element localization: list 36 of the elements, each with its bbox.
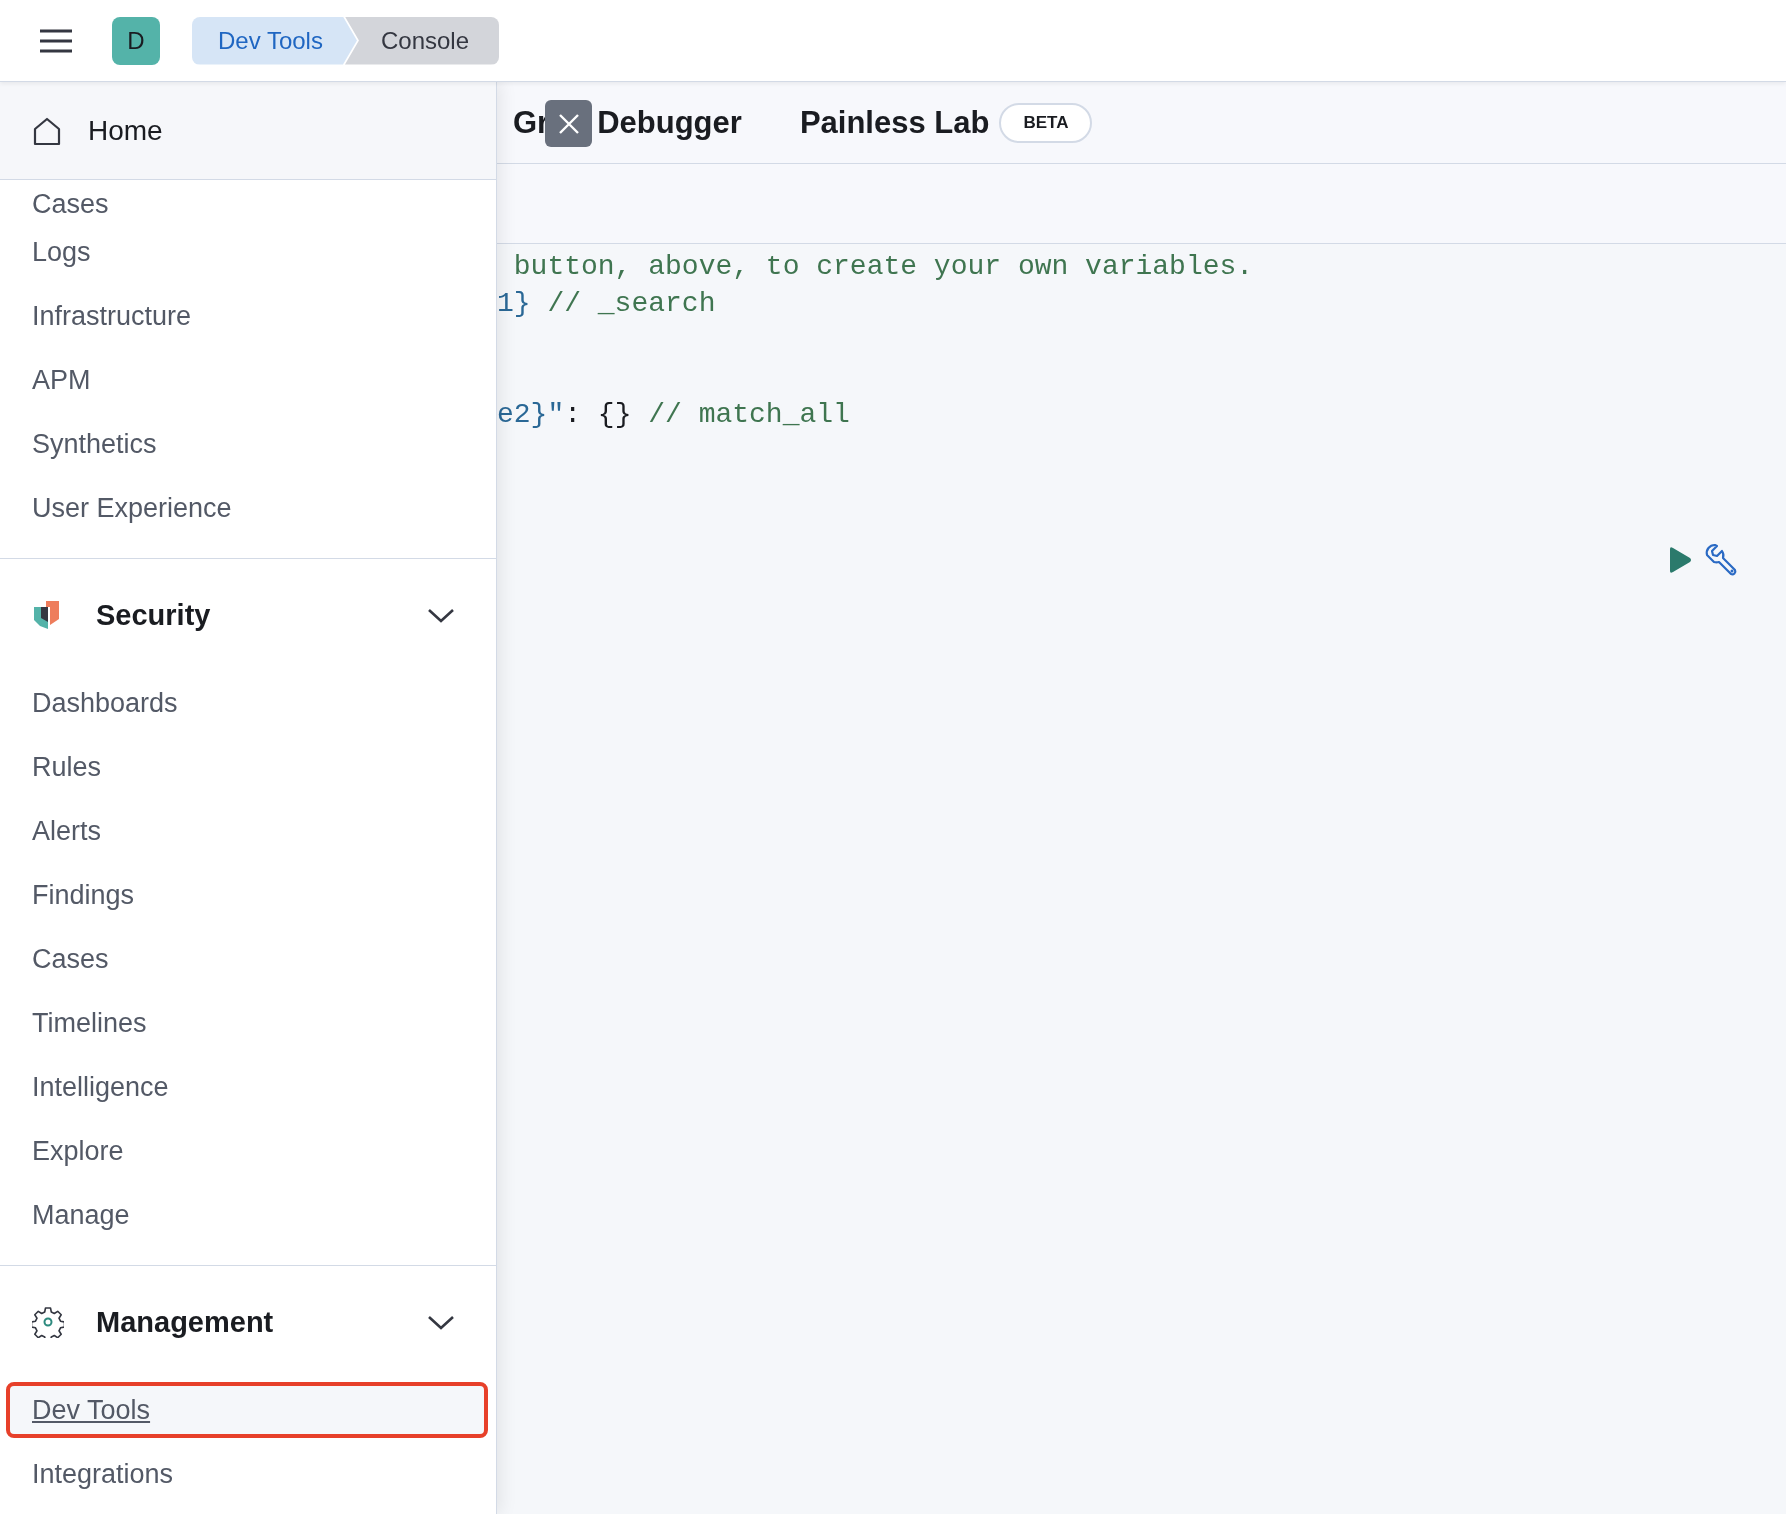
nav-link[interactable]: Alerts: [32, 815, 102, 847]
nav-link[interactable]: Synthetics: [32, 428, 157, 460]
nav-link[interactable]: Manage: [32, 1199, 130, 1231]
close-button[interactable]: [545, 100, 592, 147]
section-title[interactable]: Management: [96, 1305, 426, 1339]
nav-link[interactable]: Dev Tools: [32, 1394, 151, 1426]
close-icon: [557, 112, 580, 135]
breadcrumb[interactable]: Console: [344, 16, 499, 65]
avatar[interactable]: D: [112, 16, 160, 65]
nav-link[interactable]: APM: [32, 364, 91, 396]
nav-link[interactable]: Timelines: [32, 1007, 147, 1039]
nav-link[interactable]: Intelligence: [32, 1071, 169, 1103]
nav-link[interactable]: Cases: [32, 189, 109, 220]
section-title[interactable]: Security: [96, 598, 426, 632]
home-icon: [32, 115, 62, 146]
wrench-icon[interactable]: [1704, 543, 1738, 577]
gear-icon: [32, 1306, 64, 1338]
breadcrumb[interactable]: Dev Tools: [192, 16, 357, 65]
nav-link[interactable]: Explore: [32, 1135, 124, 1167]
code-line: e2}": {} // match_all: [497, 398, 851, 432]
nav-link[interactable]: Logs: [32, 236, 91, 268]
code-line: button, above, to create your own variables.: [512, 250, 1255, 284]
beta-badge: BETA: [999, 102, 1093, 143]
tab[interactable]: Gr Debugger: [513, 104, 742, 141]
nav-link[interactable]: User Experience: [32, 492, 232, 524]
nav-link[interactable]: Dashboards: [32, 687, 178, 719]
nav-link[interactable]: Cases: [32, 943, 109, 975]
nav-link[interactable]: Integrations: [32, 1458, 174, 1490]
tab[interactable]: Painless Lab BETA: [799, 102, 1093, 143]
menu-icon[interactable]: [40, 28, 72, 53]
play-icon[interactable]: [1668, 546, 1692, 574]
nav-link[interactable]: Infrastructure: [32, 300, 192, 332]
code-line: 1} // _search: [497, 287, 717, 321]
nav-link[interactable]: Findings: [32, 879, 135, 911]
nav-link[interactable]: Rules: [32, 751, 102, 783]
home-link[interactable]: Home: [88, 114, 163, 147]
